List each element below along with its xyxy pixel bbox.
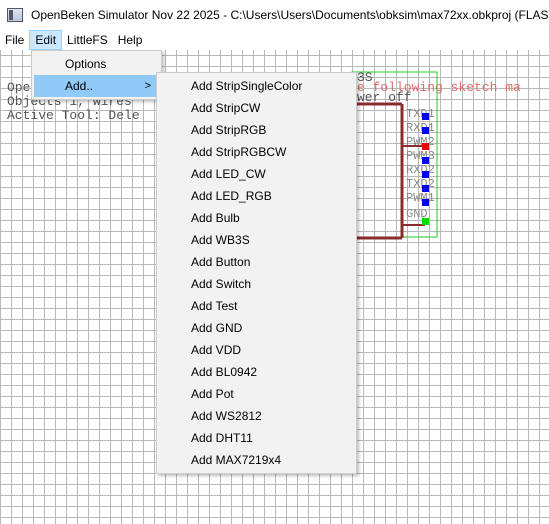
add-menu-item-striprgb[interactable]: Add StripRGB [157, 119, 356, 141]
menu-bar: File Edit LittleFS Help [0, 30, 549, 50]
add-menu-item-bulb[interactable]: Add Bulb [157, 207, 356, 229]
pin-label-pwm3: PWM3 [406, 149, 435, 163]
pin-rxd2[interactable] [422, 171, 429, 178]
add-menu-item-max7219x4[interactable]: Add MAX7219x4 [157, 449, 356, 471]
menu-file[interactable]: File [0, 30, 29, 50]
menu-littlefs[interactable]: LittleFS [62, 30, 113, 50]
add-menu-item-ws2812[interactable]: Add WS2812 [157, 405, 356, 427]
submenu-arrow-icon: > [144, 80, 151, 92]
add-menu-item-test[interactable]: Add Test [157, 295, 356, 317]
edit-menu: Options Add.. > [31, 50, 162, 100]
pin-label-pwm2: PWM2 [406, 135, 435, 149]
pin-txd2[interactable] [422, 185, 429, 192]
window-title: OpenBeken Simulator Nov 22 2025 - C:\Use… [31, 8, 549, 22]
title-bar: OpenBeken Simulator Nov 22 2025 - C:\Use… [0, 0, 549, 30]
add-menu-item-switch[interactable]: Add Switch [157, 273, 356, 295]
add-menu-item-pot[interactable]: Add Pot [157, 383, 356, 405]
add-submenu: Add StripSingleColor Add StripCW Add Strip… [156, 72, 357, 474]
menu-item-options[interactable]: Options [34, 53, 159, 75]
pin-txd1[interactable] [422, 113, 429, 120]
pin-label-txd1: TXD1 [406, 107, 435, 121]
add-menu-item-led-rgb[interactable]: Add LED_RGB [157, 185, 356, 207]
menu-edit[interactable]: Edit [29, 30, 63, 50]
menu-item-add-label: Add.. [65, 79, 94, 93]
pin-pwm3[interactable] [422, 157, 429, 164]
add-menu-item-stripsinglecolor[interactable]: Add StripSingleColor [157, 75, 356, 97]
pin-label-rxd2: RXD2 [406, 163, 435, 177]
pin-gnd[interactable] [422, 218, 429, 225]
add-menu-item-gnd[interactable]: Add GND [157, 317, 356, 339]
add-menu-item-striprgbcw[interactable]: Add StripRGBCW [157, 141, 356, 163]
add-menu-item-dht11[interactable]: Add DHT11 [157, 427, 356, 449]
add-menu-item-led-cw[interactable]: Add LED_CW [157, 163, 356, 185]
add-menu-item-wb3s[interactable]: Add WB3S [157, 229, 356, 251]
menu-help[interactable]: Help [113, 30, 148, 50]
add-menu-item-bl0942[interactable]: Add BL0942 [157, 361, 356, 383]
pin-pwm1[interactable] [422, 199, 429, 206]
pin-label-rxd1: RXD1 [406, 121, 435, 135]
add-menu-item-stripcw[interactable]: Add StripCW [157, 97, 356, 119]
pin-label-pwm1: PWM1 [406, 191, 435, 205]
add-menu-item-vdd[interactable]: Add VDD [157, 339, 356, 361]
app-window-icon [7, 8, 23, 22]
pin-pwm2[interactable] [422, 143, 429, 150]
menu-item-add[interactable]: Add.. > [34, 75, 159, 97]
pin-label-txd2: TXD2 [406, 177, 435, 191]
add-menu-item-button[interactable]: Add Button [157, 251, 356, 273]
pin-rxd1[interactable] [422, 127, 429, 134]
